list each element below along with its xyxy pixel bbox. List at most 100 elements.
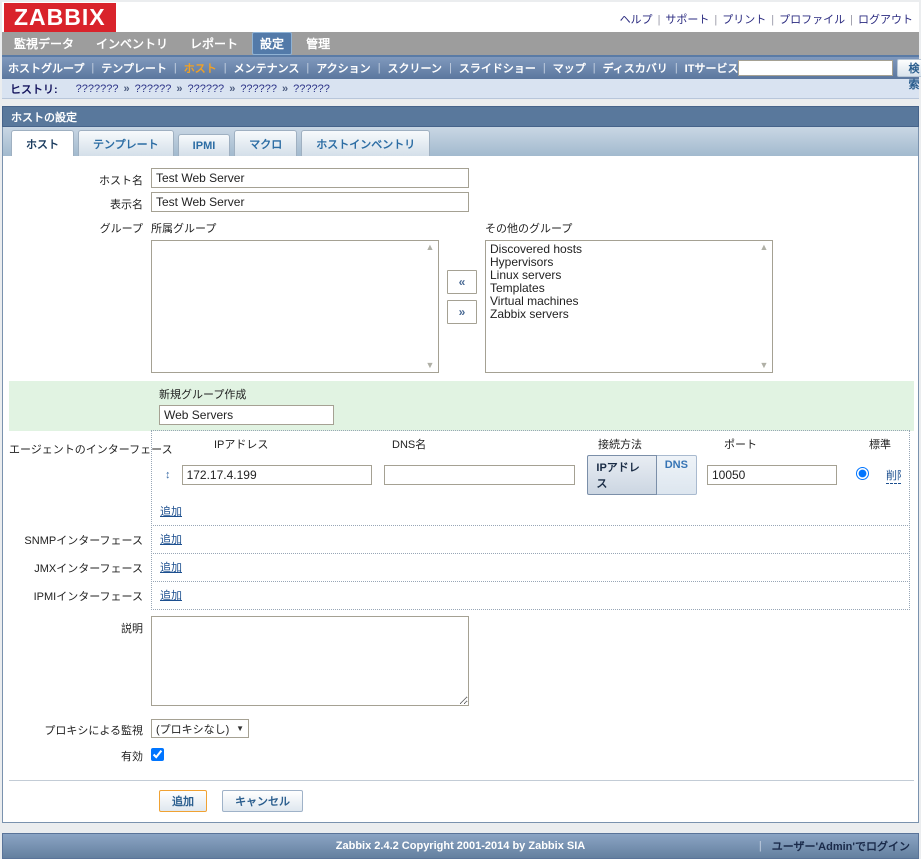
nav-configuration[interactable]: 設定 xyxy=(252,32,292,55)
subnav-screens[interactable]: スクリーン xyxy=(388,60,442,76)
nav-monitoring[interactable]: 監視データ xyxy=(6,32,82,55)
scroll-up-icon[interactable]: ▲ xyxy=(760,243,769,252)
proxy-row: プロキシによる監視 (プロキシなし) ▼ xyxy=(9,719,914,738)
in-groups-column: 所属グループ ▲ ▼ xyxy=(151,220,439,373)
add-jmx-interface-link[interactable]: 追加 xyxy=(160,559,182,575)
footer-bar: Zabbix 2.4.2 Copyright 2001-2014 by Zabb… xyxy=(2,833,919,859)
remove-interface-link[interactable]: 削除 xyxy=(886,467,901,484)
col-dns-name: DNS名 xyxy=(390,436,586,452)
chevron-down-icon: ▼ xyxy=(236,724,244,733)
default-interface-radio[interactable] xyxy=(856,467,869,480)
subnav-maps[interactable]: マップ xyxy=(553,60,586,76)
footer-user: | ユーザー'Admin'でログイン xyxy=(759,838,910,854)
help-link[interactable]: ヘルプ xyxy=(620,14,653,26)
dns-name-input[interactable] xyxy=(384,465,575,485)
in-groups-title: 所属グループ xyxy=(151,220,439,236)
host-name-row: ホスト名 xyxy=(9,168,914,188)
port-input[interactable] xyxy=(707,465,837,485)
add-ipmi-interface-link[interactable]: 追加 xyxy=(160,587,182,603)
nav-inventory[interactable]: インベントリ xyxy=(88,32,176,55)
move-right-button[interactable]: » xyxy=(447,300,477,324)
history-link[interactable]: ?????? xyxy=(293,83,330,95)
history-link[interactable]: ?????? xyxy=(135,83,172,95)
page-title: ホストの設定 xyxy=(2,106,919,127)
scroll-down-icon[interactable]: ▼ xyxy=(426,361,435,370)
add-snmp-interface-link[interactable]: 追加 xyxy=(160,531,182,547)
scrollbar[interactable]: ▲ ▼ xyxy=(422,241,438,372)
subnav-hostgroups[interactable]: ホストグループ xyxy=(8,60,84,76)
subnav-templates[interactable]: テンプレート xyxy=(101,60,167,76)
separator: | xyxy=(714,14,717,26)
subnav-hosts[interactable]: ホスト xyxy=(184,60,217,76)
col-connect-to: 接続方法 xyxy=(598,436,714,452)
history-link[interactable]: ?????? xyxy=(240,83,277,95)
history-link[interactable]: ??????? xyxy=(76,83,119,95)
proxy-select[interactable]: (プロキシなし) ▼ xyxy=(151,719,249,738)
snmp-interfaces-cell: 追加 xyxy=(151,525,910,554)
drag-handle-icon[interactable]: ↕ xyxy=(160,469,176,481)
move-left-button[interactable]: « xyxy=(447,270,477,294)
enabled-checkbox[interactable] xyxy=(151,748,164,761)
col-default: 標準 xyxy=(862,436,898,452)
connect-dns-button[interactable]: DNS xyxy=(657,455,697,495)
agent-interfaces-row: エージェントのインターフェース IPアドレス DNS名 接続方法 ポート 標準 … xyxy=(9,431,914,526)
tab-ipmi[interactable]: IPMI xyxy=(178,134,231,156)
separator: | xyxy=(224,62,227,74)
spacer xyxy=(2,823,919,833)
cancel-button[interactable]: キャンセル xyxy=(222,790,303,812)
add-agent-interface-link[interactable]: 追加 xyxy=(160,503,182,519)
connect-ip-button[interactable]: IPアドレス xyxy=(587,455,656,495)
separator: | xyxy=(675,62,678,74)
host-config-panel: ホスト テンプレート IPMI マクロ ホストインベントリ ホスト名 表示名 グ… xyxy=(2,127,919,823)
nav-reports[interactable]: レポート xyxy=(182,32,246,55)
tab-macros[interactable]: マクロ xyxy=(234,130,297,156)
profile-link[interactable]: プロファイル xyxy=(779,14,845,26)
nav-administration[interactable]: 管理 xyxy=(298,32,338,55)
scrollbar[interactable]: ▲ ▼ xyxy=(756,241,772,372)
subnav-maintenance[interactable]: メンテナンス xyxy=(234,60,300,76)
other-groups-title: その他のグループ xyxy=(485,220,773,236)
other-groups-column: その他のグループ Discovered hosts Hypervisors Li… xyxy=(485,220,773,373)
separator: | xyxy=(850,14,853,26)
separator: | xyxy=(378,62,381,74)
search-input[interactable] xyxy=(738,60,893,76)
logout-link[interactable]: ログアウト xyxy=(858,14,913,26)
spacer xyxy=(2,99,919,106)
support-link[interactable]: サポート xyxy=(665,14,709,26)
scroll-down-icon[interactable]: ▼ xyxy=(760,361,769,370)
ip-address-input[interactable] xyxy=(182,465,373,485)
description-textarea[interactable] xyxy=(151,616,469,706)
subnav-discovery[interactable]: ディスカバリ xyxy=(603,60,668,76)
zabbix-page: ZABBIX ヘルプ|サポート|プリント|プロファイル|ログアウト 監視データ … xyxy=(0,0,921,859)
new-group-input[interactable] xyxy=(159,405,334,425)
enabled-label: 有効 xyxy=(9,744,151,764)
tab-host[interactable]: ホスト xyxy=(11,130,74,156)
groups-row: グループ 所属グループ ▲ ▼ xyxy=(9,220,914,373)
raquo-separator: » xyxy=(229,83,235,95)
in-groups-select[interactable]: ▲ ▼ xyxy=(151,240,439,373)
col-ip-address: IPアドレス xyxy=(182,436,378,452)
visible-name-row: 表示名 xyxy=(9,192,914,212)
ipmi-interfaces-row: IPMIインターフェース 追加 xyxy=(9,582,914,610)
add-button[interactable]: 追加 xyxy=(159,790,207,812)
separator: | xyxy=(771,14,774,26)
scroll-up-icon[interactable]: ▲ xyxy=(426,243,435,252)
jmx-interfaces-cell: 追加 xyxy=(151,553,910,582)
agent-interfaces-cell: IPアドレス DNS名 接続方法 ポート 標準 ↕ IPアドレス DNS xyxy=(151,430,910,526)
host-name-input[interactable] xyxy=(151,168,469,188)
search-button[interactable]: 検索 xyxy=(897,59,921,77)
subnav-itservices[interactable]: ITサービス xyxy=(685,60,739,76)
group-option[interactable]: Zabbix servers xyxy=(486,308,756,321)
tab-templates[interactable]: テンプレート xyxy=(78,130,174,156)
snmp-interfaces-label: SNMPインターフェース xyxy=(9,532,151,548)
print-link[interactable]: プリント xyxy=(722,14,766,26)
tab-host-inventory[interactable]: ホストインベントリ xyxy=(301,130,430,156)
visible-name-input[interactable] xyxy=(151,192,469,212)
proxy-selected-value: (プロキシなし) xyxy=(156,721,229,737)
other-groups-select[interactable]: Discovered hosts Hypervisors Linux serve… xyxy=(485,240,773,373)
subnav-slideshows[interactable]: スライドショー xyxy=(459,60,536,76)
proxy-label: プロキシによる監視 xyxy=(9,719,151,738)
subnav-actions[interactable]: アクション xyxy=(316,60,370,76)
history-link[interactable]: ?????? xyxy=(187,83,224,95)
description-label: 説明 xyxy=(9,616,151,709)
